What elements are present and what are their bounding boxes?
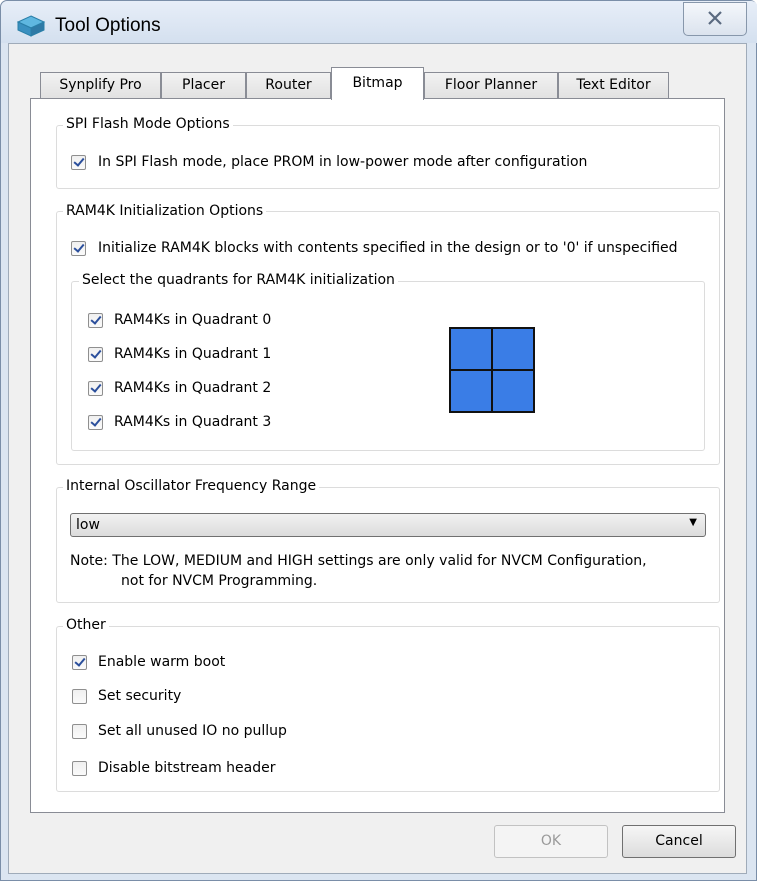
spi-low-power-checkbox[interactable] [71,155,86,170]
quadrant-3-checkbox[interactable] [88,415,103,430]
quadrant-3-label: RAM4Ks in Quadrant 3 [114,414,272,430]
quadrant-1-label: RAM4Ks in Quadrant 1 [114,346,272,362]
quadrant-2-checkbox[interactable] [88,381,103,396]
tab-text-editor[interactable]: Text Editor [558,72,669,99]
ok-button[interactable]: OK [494,825,608,858]
oscillator-legend: Internal Oscillator Frequency Range [63,478,320,494]
oscillator-selected-value: low [76,517,100,533]
set-security-label: Set security [98,688,182,704]
tab-placer[interactable]: Placer [161,72,246,99]
spi-flash-legend: SPI Flash Mode Options [63,116,233,132]
chevron-down-icon: ▼ [689,517,697,528]
disable-bitstream-header-label: Disable bitstream header [98,760,276,776]
quadrants-legend: Select the quadrants for RAM4K initializ… [79,272,398,288]
quadrant-1-cell [492,328,534,370]
close-icon [708,11,722,25]
other-legend: Other [63,617,109,633]
title-bar: Tool Options [1,1,757,43]
ram4k-init-label: Initialize RAM4K blocks with contents sp… [98,240,678,256]
quadrant-0-label: RAM4Ks in Quadrant 0 [114,312,272,328]
window-title: Tool Options [55,15,161,36]
oscillator-frequency-select[interactable]: low ▼ [70,513,706,537]
oscillator-note-line1: Note: The LOW, MEDIUM and HIGH settings … [70,553,647,569]
cancel-button[interactable]: Cancel [622,825,736,858]
disable-bitstream-header-checkbox[interactable] [72,761,87,776]
spi-low-power-label: In SPI Flash mode, place PROM in low-pow… [98,154,588,170]
tab-synplify-pro[interactable]: Synplify Pro [40,72,161,99]
quadrant-diagram [449,327,535,413]
ram4k-init-checkbox[interactable] [71,241,86,256]
set-security-checkbox[interactable] [72,689,87,704]
ram4k-legend: RAM4K Initialization Options [63,203,267,219]
oscillator-note-line2: not for NVCM Programming. [121,573,318,589]
quadrant-1-checkbox[interactable] [88,347,103,362]
quadrant-2-label: RAM4Ks in Quadrant 2 [114,380,272,396]
tab-floor-planner[interactable]: Floor Planner [424,72,558,99]
tab-router[interactable]: Router [246,72,331,99]
quadrant-0-cell [450,328,492,370]
quadrant-2-cell [450,370,492,412]
quadrant-3-cell [492,370,534,412]
warm-boot-label: Enable warm boot [98,654,226,670]
unused-io-no-pullup-checkbox[interactable] [72,724,87,739]
unused-io-no-pullup-label: Set all unused IO no pullup [98,723,287,739]
quadrant-0-checkbox[interactable] [88,313,103,328]
close-button[interactable] [683,2,747,36]
tab-bitmap[interactable]: Bitmap [331,67,424,100]
app-icon [17,15,45,37]
warm-boot-checkbox[interactable] [72,655,87,670]
